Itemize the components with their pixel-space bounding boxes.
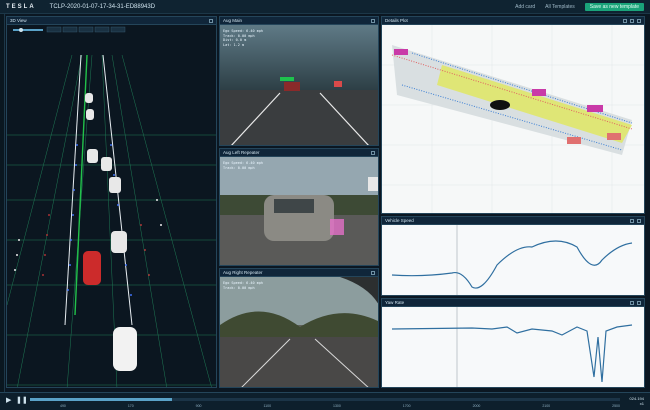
expand-icon[interactable] <box>630 218 634 223</box>
close-icon[interactable] <box>371 270 375 275</box>
vehicle-7[interactable] <box>113 327 137 371</box>
add-card-button[interactable]: Add card <box>515 4 535 10</box>
cam-left-overlay: Ego Speed: 6.40 mph Track: 0.00 mph <box>223 161 264 170</box>
vehicle-6[interactable] <box>111 231 127 253</box>
zoom-icon[interactable] <box>623 18 627 23</box>
left-sidebar <box>0 14 5 392</box>
ego-car-marker[interactable] <box>490 100 510 110</box>
session-id: TCLP-2020-01-07-17-34-31-ED88943D <box>49 3 156 10</box>
vehicle-3[interactable] <box>87 149 98 163</box>
playback-bar: ▶ ❚❚ 490 170 900 1100 1300 1700 2000 210… <box>0 392 650 410</box>
detected-vehicle[interactable] <box>284 82 300 91</box>
top-bar: TESLA TCLP-2020-01-07-17-34-31-ED88943D … <box>0 0 650 14</box>
vehicle-1[interactable] <box>85 93 93 103</box>
view-toolbar[interactable] <box>46 26 126 33</box>
timeline-scrubber[interactable] <box>30 398 620 401</box>
details-panel: Details Plot <box>381 16 645 214</box>
cam-left-panel: Aug Left Repeater Ego Speed: 6.40 mph Tr… <box>219 148 379 266</box>
scene3d-canvas[interactable] <box>7 25 217 388</box>
cam-right-overlay: Ego Speed: 6.40 mph Track: 0.00 mph <box>223 281 264 290</box>
speed-panel: Vehicle Speed <box>381 216 645 296</box>
templates-button[interactable]: All Templates <box>545 4 575 10</box>
close-icon[interactable] <box>637 218 641 223</box>
cam-right-view[interactable] <box>220 277 379 388</box>
zoom-slider-handle[interactable] <box>19 28 23 32</box>
time-readout: 024.194 x1 <box>629 396 644 406</box>
timeline-progress <box>30 398 172 401</box>
close-icon[interactable] <box>209 18 213 23</box>
close-icon[interactable] <box>371 18 375 23</box>
top-actions: Add card All Templates Save as new templ… <box>515 2 644 11</box>
ego-vehicle[interactable] <box>83 251 101 285</box>
pause-icon[interactable]: ❚❚ <box>16 396 28 404</box>
close-icon[interactable] <box>371 150 375 155</box>
scene3d-panel: 3D View <box>6 16 217 388</box>
cam-main-overlay: Ego Speed: 6.40 mph Track: 0.00 mph Dist… <box>223 29 264 47</box>
timeline-ticks: 490 170 900 1100 1300 1700 2000 2100 250… <box>60 404 620 408</box>
yaw-panel: Yaw Rate <box>381 298 645 388</box>
save-template-button[interactable]: Save as new template <box>584 2 644 11</box>
yaw-chart[interactable] <box>382 307 645 388</box>
cam-right-panel: Aug Right Repeater Ego Speed: 6.40 mph T… <box>219 268 379 388</box>
cam-main-panel: Aug Main Ego Speed: 6.40 mph Track: 0.00… <box>219 16 379 146</box>
close-icon[interactable] <box>637 18 641 23</box>
cam-left-view[interactable] <box>220 157 379 266</box>
close-icon[interactable] <box>637 300 641 305</box>
expand-icon[interactable] <box>630 300 634 305</box>
scene3d-title: 3D View <box>7 17 216 25</box>
vehicle-4[interactable] <box>101 157 112 171</box>
brand-logo: TESLA <box>6 3 36 10</box>
play-icon[interactable]: ▶ <box>6 396 11 404</box>
vehicle-2[interactable] <box>86 109 94 120</box>
zoom-slider[interactable] <box>13 29 43 31</box>
details-canvas[interactable] <box>382 25 645 214</box>
speed-chart[interactable] <box>382 225 645 296</box>
expand-icon[interactable] <box>630 18 634 23</box>
vehicle-5[interactable] <box>109 177 121 193</box>
